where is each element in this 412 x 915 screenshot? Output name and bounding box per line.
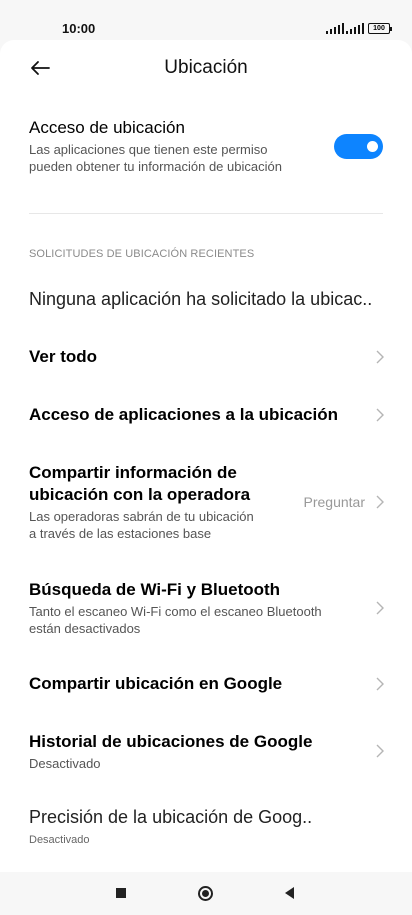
chevron-right-icon xyxy=(376,408,384,422)
chevron-right-icon xyxy=(376,744,384,758)
chevron-right-icon xyxy=(376,601,384,615)
google-accuracy-title: Precisión de la ubicación de Goog.. xyxy=(29,807,313,827)
google-share-row[interactable]: Compartir ubicación en Google xyxy=(29,674,387,696)
location-access-description-2: pueden obtener tu información de ubicaci… xyxy=(29,159,282,174)
google-accuracy-description: Desactivado xyxy=(29,834,90,846)
wifi-bt-scan-description-1: Tanto el escaneo Wi-Fi como el escaneo B… xyxy=(29,604,322,619)
app-access-label: Acceso de aplicaciones a la ubicación xyxy=(29,405,338,424)
wifi-bt-scan-row[interactable]: Búsqueda de Wi-Fi y Bluetooth Tanto el e… xyxy=(29,580,387,638)
see-all-label: Ver todo xyxy=(29,347,98,366)
share-carrier-description-1: Las operadoras sabrán de tu ubicación xyxy=(29,509,254,524)
location-access-toggle[interactable] xyxy=(334,134,383,159)
app-header: Ubicación xyxy=(0,48,412,88)
share-carrier-row[interactable]: Compartir información de ubicación con l… xyxy=(29,463,387,543)
signal-icon xyxy=(326,23,344,34)
status-time: 10:00 xyxy=(62,21,96,36)
recent-requests-empty: Ninguna aplicación ha solicitado la ubic… xyxy=(29,289,387,310)
see-all-row[interactable]: Ver todo xyxy=(29,347,387,369)
page-title: Ubicación xyxy=(164,57,248,78)
status-bar: 10:00 100 xyxy=(0,0,412,40)
google-share-label: Compartir ubicación en Google xyxy=(29,674,283,693)
share-carrier-description-2: a través de las estaciones base xyxy=(29,526,212,541)
google-history-description: Desactivado xyxy=(29,756,101,771)
signal-icon-2 xyxy=(346,23,364,34)
battery-icon: 100 xyxy=(368,23,392,34)
google-history-row[interactable]: Historial de ubicaciones de Google Desac… xyxy=(29,732,387,774)
google-accuracy-row[interactable]: Precisión de la ubicación de Goog.. Desa… xyxy=(29,807,387,849)
divider xyxy=(29,213,383,214)
recents-button[interactable] xyxy=(116,888,126,898)
chevron-right-icon xyxy=(376,677,384,691)
back-button[interactable] xyxy=(285,887,294,899)
app-access-row[interactable]: Acceso de aplicaciones a la ubicación xyxy=(29,405,387,427)
chevron-right-icon xyxy=(376,350,384,364)
wifi-bt-scan-description-2: están desactivados xyxy=(29,621,141,636)
chevron-right-icon xyxy=(376,495,384,509)
share-carrier-title-1: Compartir información de xyxy=(29,463,237,482)
location-access-title: Acceso de ubicación xyxy=(29,118,185,137)
home-button[interactable] xyxy=(198,886,213,901)
recent-requests-empty-text: Ninguna aplicación ha solicitado la ubic… xyxy=(29,289,373,309)
wifi-bt-scan-title: Búsqueda de Wi-Fi y Bluetooth xyxy=(29,580,281,599)
phone-screen: 10:00 100 Ubicación Acceso de ubicación … xyxy=(0,0,412,915)
share-carrier-value: Preguntar xyxy=(303,494,365,510)
toggle-knob xyxy=(367,141,378,152)
navigation-bar xyxy=(0,872,412,915)
recent-requests-header: SOLICITUDES DE UBICACIÓN RECIENTES xyxy=(29,248,255,260)
google-history-title: Historial de ubicaciones de Google xyxy=(29,732,313,751)
